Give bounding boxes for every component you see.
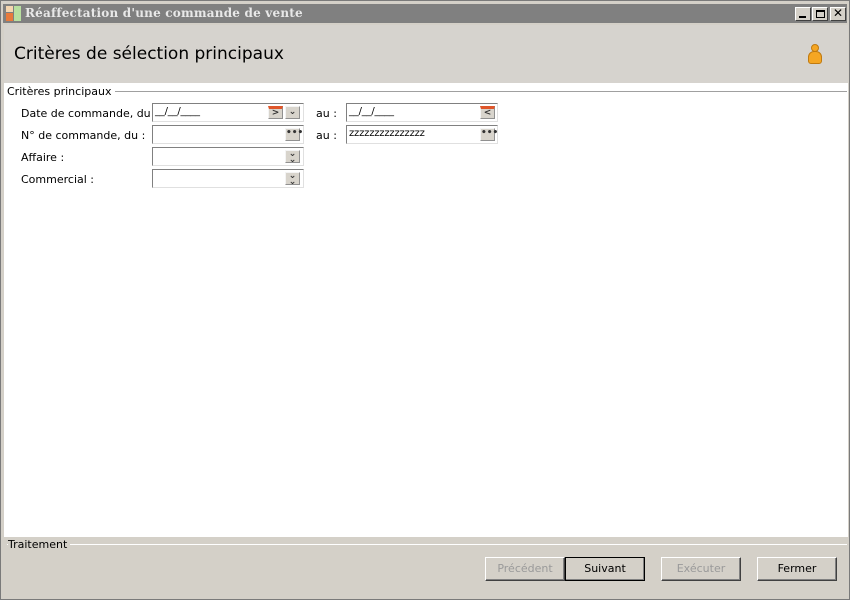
order-number-to-field[interactable]: zzzzzzzzzzzzzzz ••• [346,125,498,144]
order-number-to-label: au : [316,129,337,142]
sales-rep-select[interactable]: ⌄ ⌄ [152,169,304,188]
header-panel: Critères de sélection principaux [4,25,848,83]
calendar-next-icon[interactable]: > [268,106,283,119]
criteria-group-label: Critères principaux [7,85,116,98]
minimize-icon [799,16,806,18]
execute-button[interactable]: Exécuter [661,557,741,581]
group-divider [7,91,847,92]
close-icon: ✕ [833,6,844,20]
ellipsis-icon[interactable]: ••• [480,128,498,141]
order-date-from-value: __/__/____ [155,106,200,117]
next-button[interactable]: Suivant [565,557,645,581]
close-button[interactable]: Fermer [757,557,837,581]
previous-button[interactable]: Précédent [485,557,565,581]
processing-group-label: Traitement [8,538,71,551]
order-date-to-label: au : [316,107,337,120]
order-date-to-value: __/__/____ [349,106,394,117]
window-title: Réaffectation d'une commande de vente [25,6,303,20]
project-label: Affaire : [21,151,65,164]
user-icon[interactable] [807,44,823,66]
ellipsis-icon[interactable]: ••• [285,128,303,141]
order-number-from-field[interactable]: ••• [152,125,304,144]
maximize-button[interactable] [812,7,828,21]
app-icon [6,6,21,21]
order-date-from-field[interactable]: __/__/____ > ⌄ [152,103,304,122]
order-number-from-label: N° de commande, du : [21,129,146,142]
footer-panel: Traitement Précédent Suivant Exécuter Fe… [4,537,848,599]
order-number-to-value: zzzzzzzzzzzzzzz [349,128,425,139]
maximize-icon [816,10,825,18]
double-chevron-down-icon[interactable]: ⌄ ⌄ [285,172,300,187]
calendar-prev-icon[interactable]: < [480,106,495,119]
order-date-to-field[interactable]: __/__/____ < [346,103,498,122]
project-select[interactable]: ⌄ ⌄ [152,147,304,166]
double-chevron-down-icon[interactable]: ⌄ ⌄ [285,150,300,165]
chevron-down-icon[interactable]: ⌄ [285,106,300,119]
main-window: Réaffectation d'une commande de vente ✕ … [0,0,850,600]
sales-rep-label: Commercial : [21,173,94,186]
order-date-from-label: Date de commande, du : [21,107,158,120]
footer-divider [7,544,847,545]
page-title: Critères de sélection principaux [14,44,284,64]
close-window-button[interactable]: ✕ [830,6,846,21]
title-bar[interactable]: Réaffectation d'une commande de vente ✕ [3,4,847,23]
minimize-button[interactable] [795,7,811,21]
criteria-panel: Critères principaux Date de commande, du… [4,83,848,537]
